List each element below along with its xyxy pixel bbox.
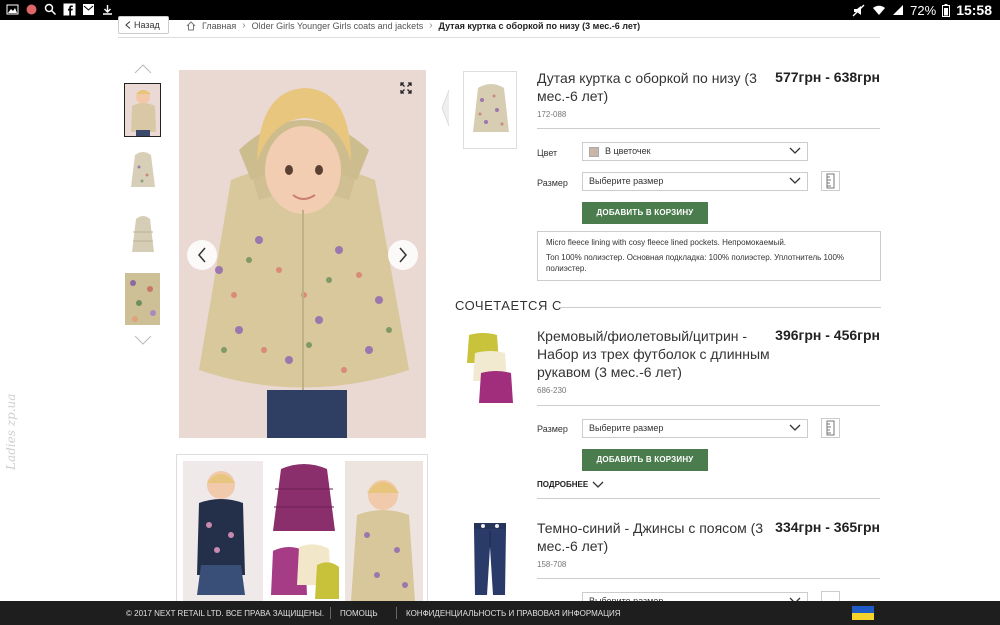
divider: [118, 37, 880, 38]
gallery-icon: [6, 4, 19, 15]
breadcrumb-separator: ›: [242, 20, 246, 31]
thumbnail-1[interactable]: [124, 83, 161, 137]
divider: [537, 128, 880, 129]
divider: [537, 405, 880, 406]
download-icon: [103, 5, 112, 15]
color-select-value: В цветочек: [605, 146, 651, 156]
chevron-down-icon: [789, 147, 801, 154]
description-line-1: Micro fleece lining with cosy fleece lin…: [546, 238, 787, 247]
add-to-cart-button[interactable]: ДОБАВИТЬ В КОРЗИНУ: [582, 202, 708, 224]
ruler-icon: [826, 420, 835, 436]
complement-size-label-1: Размер: [537, 424, 568, 434]
more-details-link[interactable]: ПОДРОБНЕЕ: [537, 480, 604, 489]
divider: [560, 307, 881, 308]
complement-add-to-cart-button-1[interactable]: ДОБАВИТЬ В КОРЗИНУ: [582, 449, 708, 471]
ukraine-flag-icon[interactable]: [852, 606, 874, 620]
home-icon: [186, 20, 196, 30]
complement-title-2[interactable]: Темно-синий - Джинсы с поясом (3 мес.-6 …: [537, 519, 772, 555]
complement-title-1[interactable]: Кремовый/фиолетовый/цитрин - Набор из тр…: [537, 327, 772, 381]
chevron-right-icon: [399, 247, 407, 263]
thumbnail-3[interactable]: [124, 209, 161, 263]
chevron-left-icon: [198, 247, 206, 263]
size-select[interactable]: Выберите размер: [582, 172, 808, 191]
chevron-down-icon: [789, 424, 801, 431]
color-swatch: [589, 146, 599, 157]
chevron-down-icon: [592, 481, 604, 488]
footer-separator: [396, 607, 397, 619]
thumbnail-image: [125, 147, 160, 199]
product-thumbnail: [463, 71, 517, 149]
email-icon: [83, 4, 94, 15]
look-image[interactable]: [176, 454, 428, 604]
description-line-2: Топ 100% полиэстер. Основная подкладка: …: [546, 253, 845, 273]
footer-copyright: © 2017 NEXT RETAIL LTD. ВСЕ ПРАВА ЗАЩИЩЕ…: [126, 609, 325, 618]
complements-title: СОЧЕТАЕТСЯ С: [455, 298, 562, 313]
back-button[interactable]: Назад: [118, 16, 169, 34]
breadcrumb-home[interactable]: Главная: [202, 21, 236, 31]
product-thumbnail-image: [464, 72, 516, 148]
signal-icon: [893, 5, 904, 15]
complement-size-guide-button-1[interactable]: [821, 418, 840, 438]
thumbnail-4[interactable]: [124, 272, 161, 326]
footer-separator: [330, 607, 331, 619]
complement-code-2: 158-708: [537, 560, 567, 569]
size-guide-button[interactable]: [821, 171, 840, 191]
thumbnail-image: [125, 273, 160, 325]
breadcrumb-current: Дутая куртка с оборкой по низу (3 мес.-6…: [438, 20, 641, 31]
complement-thumbnail-1: [463, 329, 517, 407]
complement-code-1: 686-230: [537, 386, 567, 395]
complement-price-1: 396грн - 456грн: [775, 327, 880, 343]
size-select-value: Выберите размер: [589, 176, 664, 186]
chevron-left-icon: [125, 21, 131, 29]
breadcrumb: Главная › Older Girls Younger Girls coat…: [186, 20, 640, 31]
color-select[interactable]: В цветочек: [582, 142, 808, 161]
expand-icon[interactable]: [400, 82, 412, 94]
footer: © 2017 NEXT RETAIL LTD. ВСЕ ПРАВА ЗАЩИЩЕ…: [0, 601, 1000, 625]
chevron-down-icon: [789, 177, 801, 184]
thumbs-down-arrow-icon[interactable]: [134, 335, 152, 345]
complement-thumbnail-2: [463, 517, 517, 599]
ruler-icon: [826, 173, 835, 189]
footer-privacy-link[interactable]: КОНФИДЕНЦИАЛЬНОСТЬ И ПРАВОВАЯ ИНФОРМАЦИЯ: [406, 609, 621, 618]
mute-icon: [852, 4, 865, 16]
product-code: 172-088: [537, 110, 567, 119]
complement-thumbnail-image: [463, 517, 517, 599]
footer-help-link[interactable]: ПОМОЩЬ: [340, 609, 378, 618]
product-title: Дутая куртка с оборкой по низу (3 мес.-6…: [537, 70, 757, 104]
complement-size-select-1[interactable]: Выберите размер: [582, 419, 808, 438]
complement-thumbnail-image: [463, 329, 517, 407]
clock: 15:58: [956, 2, 992, 18]
app-icon: [26, 4, 37, 15]
next-image-button[interactable]: [388, 240, 418, 270]
search-icon: [44, 3, 57, 16]
more-details-label: ПОДРОБНЕЕ: [537, 480, 589, 489]
thumbs-up-arrow-icon[interactable]: [134, 64, 152, 74]
thumbnail-image: [125, 210, 160, 262]
battery-percent: 72%: [910, 2, 937, 18]
wifi-icon: [873, 5, 886, 15]
complement-size-select-value-1: Выберите размер: [589, 423, 664, 433]
watermark: Ladies zp.ua: [4, 393, 18, 470]
thumbnail-2[interactable]: [124, 146, 161, 200]
prev-image-button[interactable]: [187, 240, 217, 270]
product-price: 577грн - 638грн: [775, 69, 880, 85]
product-description: Micro fleece lining with cosy fleece lin…: [537, 231, 881, 281]
battery-icon: [942, 3, 951, 17]
size-label: Размер: [537, 178, 568, 188]
panel-collapse-arrow-icon[interactable]: [440, 88, 450, 128]
breadcrumb-category[interactable]: Older Girls Younger Girls coats and jack…: [252, 21, 424, 31]
breadcrumb-separator: ›: [429, 20, 433, 31]
facebook-icon: [63, 3, 76, 16]
back-label: Назад: [134, 20, 160, 30]
look-photo: [177, 455, 427, 603]
color-label: Цвет: [537, 148, 558, 158]
complement-price-2: 334грн - 365грн: [775, 519, 880, 535]
thumbnail-image: [125, 84, 160, 136]
divider: [537, 578, 880, 579]
divider: [537, 498, 880, 499]
